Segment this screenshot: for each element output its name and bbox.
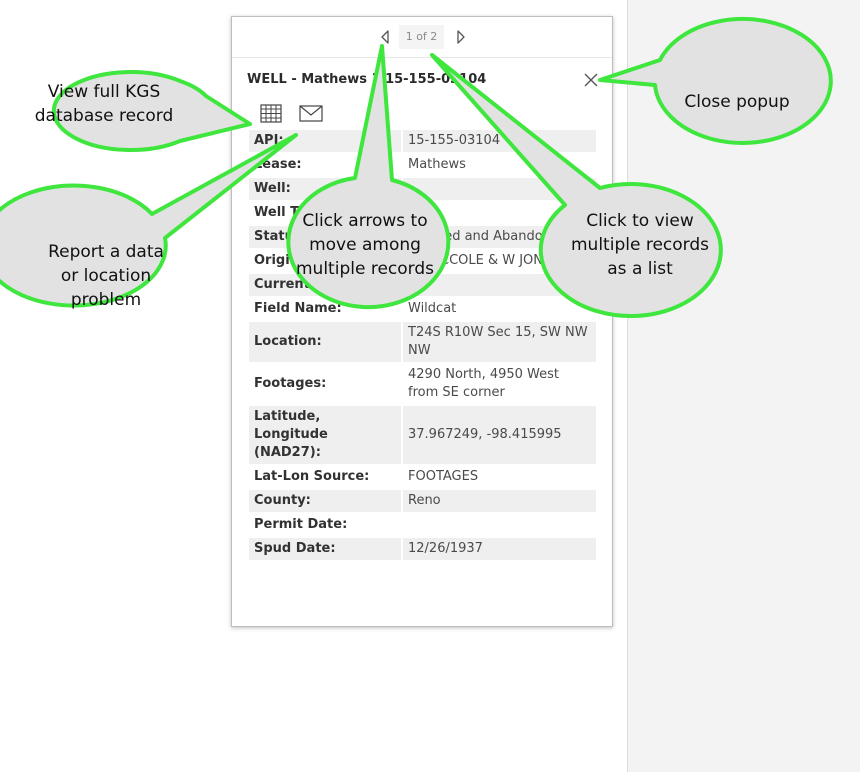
- callout-close-text: Close popup: [684, 92, 790, 112]
- callout-list-text: Click to view multiple records as a list: [571, 211, 709, 279]
- callout-view-full-text: View full KGS database record: [34, 82, 174, 126]
- callout-close-bubble: [598, 16, 833, 145]
- callout-arrows-text: Click arrows to move among multiple record…: [296, 211, 434, 279]
- callout-report-text: Report a data or location problem: [48, 242, 164, 310]
